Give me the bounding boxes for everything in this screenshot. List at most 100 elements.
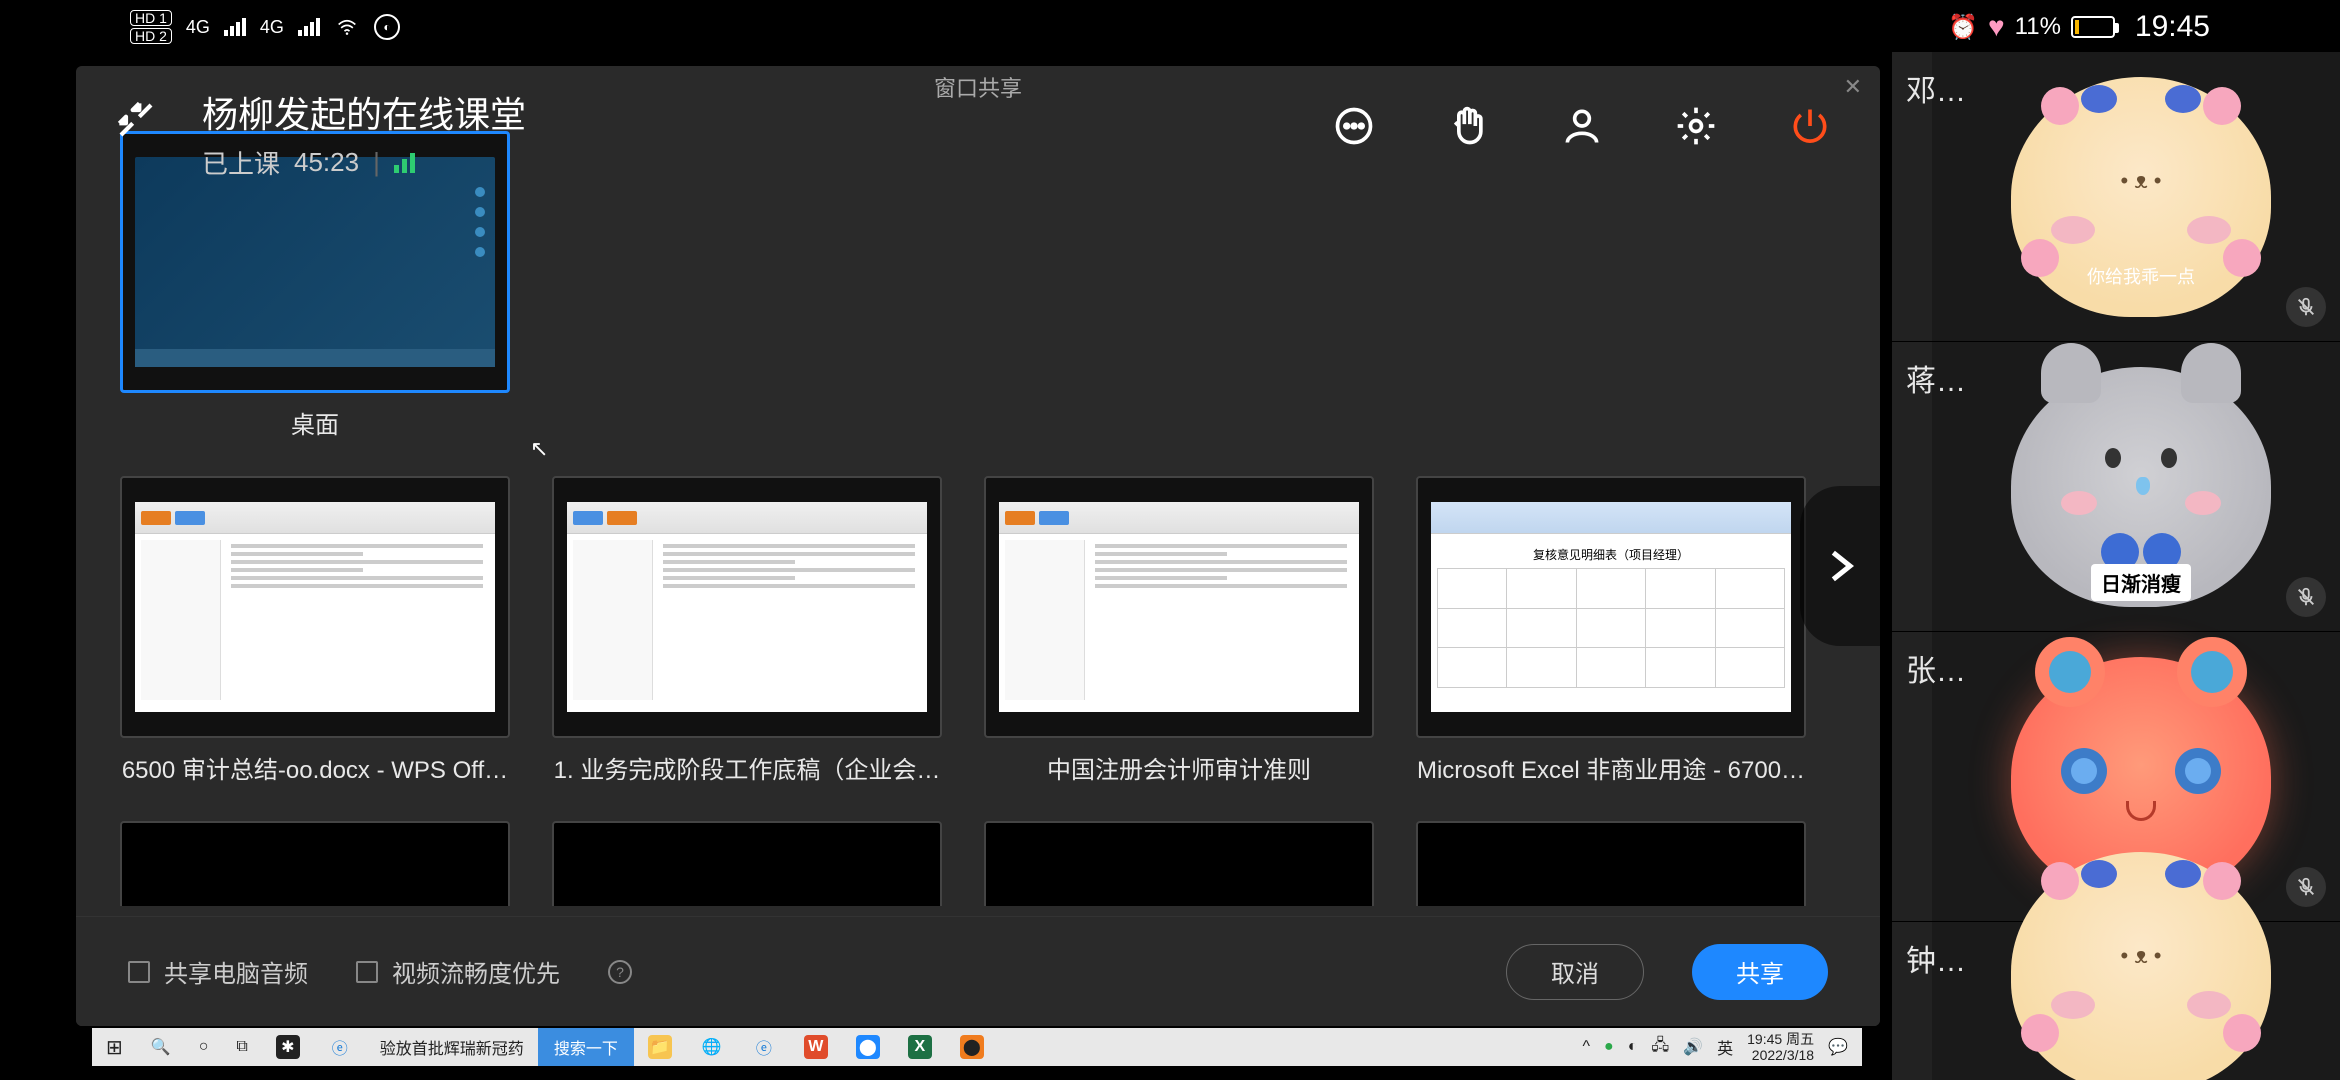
share-audio-label: 共享电脑音频	[164, 954, 308, 989]
share-audio-checkbox[interactable]: 共享电脑音频	[128, 954, 308, 989]
avatar-caption: 你给我乖一点	[2011, 263, 2271, 289]
tray-network-icon[interactable]: 🖧	[1651, 1034, 1669, 1061]
notifications-icon[interactable]: 💬	[1828, 1037, 1848, 1057]
room-status: 已上课	[202, 144, 280, 181]
participant-name: 张…	[1906, 646, 1966, 690]
participant-tile-1[interactable]: 邓… • ᴥ • 你给我乖一点	[1892, 52, 2340, 342]
alarm-icon: ⏰	[1948, 13, 1978, 42]
desktop-label: 桌面	[120, 405, 510, 440]
window-2-thumb[interactable]	[552, 476, 942, 738]
toolbar	[1324, 96, 1840, 156]
source-window-2[interactable]: 1. 业务完成阶段工作底稿（企业会…	[552, 476, 942, 785]
avatar-tag: 日渐消瘦	[2091, 564, 2191, 601]
hd2-badge: HD 2	[130, 28, 172, 44]
clock-time: 19:45 周五	[1747, 1031, 1814, 1047]
participant-name: 邓…	[1906, 66, 1966, 110]
window-4-label: Microsoft Excel 非商业用途 - 6700…	[1416, 750, 1806, 785]
window-2-label: 1. 业务完成阶段工作底稿（企业会…	[552, 750, 942, 785]
source-window-6[interactable]	[552, 821, 942, 906]
start-button[interactable]: ⊞	[92, 1028, 137, 1066]
info-icon[interactable]: ?	[608, 960, 632, 984]
app-icon-orange[interactable]: ⬤	[946, 1028, 998, 1066]
ie-icon-2[interactable]: ⓔ	[738, 1028, 790, 1066]
tray-icon[interactable]: ◐	[1628, 1038, 1638, 1056]
source-window-8[interactable]	[1416, 821, 1806, 906]
tray-ime[interactable]: 英	[1717, 1035, 1733, 1059]
dialog-title: 窗口共享	[934, 71, 1022, 103]
wps-icon[interactable]: W	[790, 1028, 842, 1066]
avatar: • ᴥ • 你给我乖一点	[1942, 52, 2340, 341]
source-grid[interactable]: 桌面 6500 审计总结-oo.docx - WPS Off…	[120, 131, 1860, 906]
taskbar-clock[interactable]: 19:45 周五 2022/3/18	[1747, 1031, 1814, 1063]
window-1-thumb[interactable]	[120, 476, 510, 738]
system-tray[interactable]: ^ ● ◐ 🖧 🔊 英 19:45 周五 2022/3/18 💬	[1569, 1031, 1863, 1063]
share-dialog: 窗口共享 ✕ 桌面	[76, 66, 1880, 1026]
app-icon-blue[interactable]: ⬤	[842, 1028, 894, 1066]
battery-pct: 11%	[2015, 13, 2061, 41]
search-icon[interactable]: 🔍	[137, 1028, 185, 1066]
excel-title: 复核意见明细表（项目经理）	[1437, 540, 1785, 568]
globe-icon: ◐	[374, 14, 400, 40]
edge-icon[interactable]: 🌐	[686, 1028, 738, 1066]
net-4g-1: 4G	[186, 17, 210, 38]
window-3-label: 中国注册会计师审计准则	[984, 750, 1374, 785]
next-page-button[interactable]	[1800, 486, 1880, 646]
participants-button[interactable]	[1552, 96, 1612, 156]
clock-date: 2022/3/18	[1747, 1047, 1814, 1063]
hd1-badge: HD 1	[130, 10, 172, 26]
fluency-label: 视频流畅度优先	[392, 954, 560, 989]
explorer-icon[interactable]: 📁	[634, 1028, 686, 1066]
excel-icon[interactable]: X	[894, 1028, 946, 1066]
power-icon	[1788, 104, 1832, 148]
share-button[interactable]: 共享	[1692, 944, 1828, 1000]
dialog-footer: 共享电脑音频 视频流畅度优先 ? 取消 共享	[76, 916, 1880, 1026]
heart-icon: ♥	[1988, 11, 2005, 43]
raise-hand-button[interactable]	[1438, 96, 1498, 156]
ie-icon[interactable]: ⓔ	[314, 1028, 366, 1066]
hand-icon	[1446, 104, 1490, 148]
room-header: 杨柳发起的在线课堂 已上课 45:23 |	[202, 86, 526, 181]
source-window-5[interactable]	[120, 821, 510, 906]
window-4-thumb[interactable]: 复核意见明细表（项目经理）	[1416, 476, 1806, 738]
chat-button[interactable]	[1324, 96, 1384, 156]
source-window-4[interactable]: 复核意见明细表（项目经理） Microsoft Excel 非商业用途 - 67…	[1416, 476, 1806, 785]
signal-icon-1	[224, 18, 246, 36]
net-4g-2: 4G	[260, 17, 284, 38]
taskview-icon[interactable]: ⧉	[222, 1028, 261, 1066]
source-window-3[interactable]: 中国注册会计师审计准则	[984, 476, 1374, 785]
end-class-button[interactable]	[1780, 96, 1840, 156]
tray-icon[interactable]: ●	[1604, 1038, 1614, 1056]
cortana-icon[interactable]: ○	[185, 1028, 223, 1066]
fluency-checkbox[interactable]: 视频流畅度优先	[356, 954, 560, 989]
tray-volume-icon[interactable]: 🔊	[1683, 1037, 1703, 1057]
source-window-7[interactable]	[984, 821, 1374, 906]
pinned-news[interactable]: 验放首批辉瑞新冠药	[366, 1028, 538, 1066]
close-icon[interactable]: ✕	[1844, 74, 1862, 100]
participants-list: 邓… • ᴥ • 你给我乖一点 蒋…	[1892, 52, 2340, 1080]
avatar: 日渐消瘦	[1942, 342, 2340, 631]
source-window-1[interactable]: 6500 审计总结-oo.docx - WPS Off…	[120, 476, 510, 785]
app-icon[interactable]: ✱	[262, 1028, 314, 1066]
status-time: 19:45	[2135, 10, 2210, 44]
participants-panel[interactable]: 邓… • ᴥ • 你给我乖一点 蒋…	[1892, 52, 2340, 1080]
windows-taskbar[interactable]: ⊞ 🔍 ○ ⧉ ✱ ⓔ 验放首批辉瑞新冠药 搜索一下 📁 🌐 ⓔ W ⬤ X ⬤…	[92, 1028, 1862, 1066]
checkbox-icon	[356, 961, 378, 983]
chat-icon	[1332, 104, 1376, 148]
participant-tile-2[interactable]: 蒋… 日渐消瘦	[1892, 342, 2340, 632]
room-elapsed: 45:23	[294, 147, 359, 178]
participant-tile-4[interactable]: 钟… • ᴥ •	[1892, 922, 2340, 1080]
tray-chevron-icon[interactable]: ^	[1583, 1038, 1591, 1056]
checkbox-icon	[128, 961, 150, 983]
room-title: 杨柳发起的在线课堂	[202, 86, 526, 138]
battery-icon	[2071, 16, 2115, 38]
signal-icon-2	[298, 18, 320, 36]
window-3-thumb[interactable]	[984, 476, 1374, 738]
search-box[interactable]: 搜索一下	[538, 1028, 634, 1066]
wifi-icon	[334, 17, 360, 37]
collapse-icon[interactable]	[116, 100, 156, 148]
mute-icon[interactable]	[2286, 577, 2326, 617]
mute-icon[interactable]	[2286, 287, 2326, 327]
settings-button[interactable]	[1666, 96, 1726, 156]
participant-name: 钟…	[1906, 936, 1966, 980]
cancel-button[interactable]: 取消	[1506, 944, 1644, 1000]
